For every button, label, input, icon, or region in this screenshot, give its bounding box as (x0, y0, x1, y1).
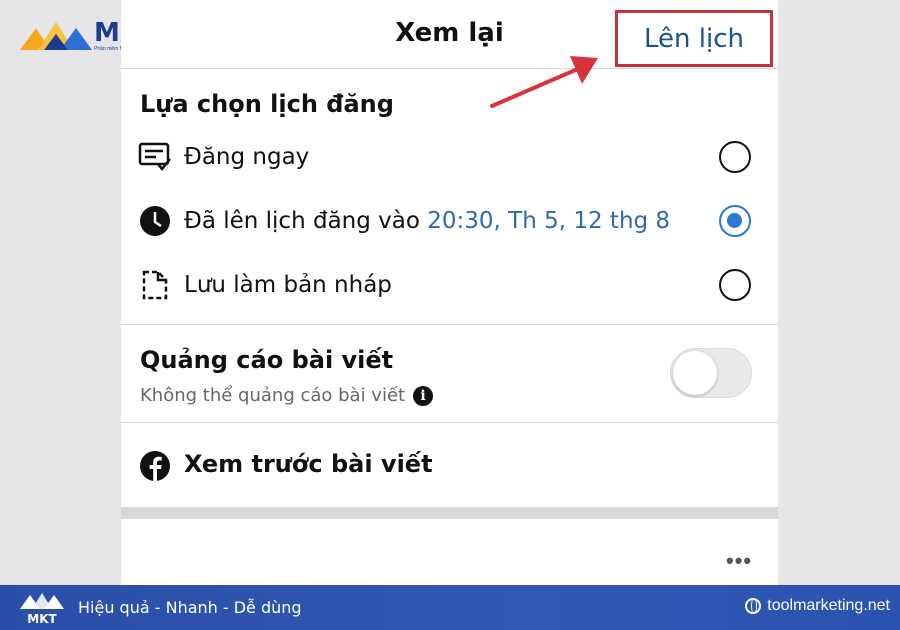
radio-post-now[interactable] (719, 141, 751, 173)
boost-post-title: Quảng cáo bài viết (140, 346, 394, 374)
banner-logo-icon: MKT (20, 593, 64, 626)
more-options-icon[interactable]: ••• (726, 548, 752, 574)
bottom-banner: MKT Hiệu quả - Nhanh - Dễ dùng toolmarke… (0, 585, 900, 630)
banner-website[interactable]: toolmarketing.net (745, 597, 890, 615)
banner-logo-word: MKT (27, 612, 57, 626)
option-post-now-label: Đăng ngay (184, 144, 310, 170)
option-scheduled-text: Đã lên lịch đăng vào (184, 208, 420, 234)
scheduled-time[interactable]: 20:30, Th 5, 12 thg 8 (427, 208, 670, 234)
banner-website-text: toolmarketing.net (767, 597, 890, 614)
boost-toggle[interactable] (670, 348, 752, 398)
red-arrow-annotation (490, 56, 598, 108)
preview-post-label: Xem trước bài viết (184, 450, 433, 478)
radio-save-draft[interactable] (719, 269, 751, 301)
globe-icon (745, 598, 762, 614)
post-now-icon (137, 139, 173, 175)
option-scheduled[interactable]: Đã lên lịch đăng vào 20:30, Th 5, 12 thg… (121, 194, 778, 248)
option-post-now[interactable]: Đăng ngay (121, 130, 778, 184)
option-save-draft-label: Lưu làm bản nháp (184, 272, 392, 298)
toggle-knob (673, 351, 717, 395)
schedule-section-title: Lựa chọn lịch đăng (140, 90, 394, 118)
mkt-logo-mark (20, 22, 92, 50)
info-icon[interactable]: i (413, 385, 434, 406)
schedule-button[interactable]: Lên lịch (615, 10, 773, 67)
radio-scheduled[interactable] (719, 205, 751, 237)
review-panel: Xem lại Lên lịch Lựa chọn lịch đăng Đăng… (121, 0, 778, 585)
divider (121, 324, 778, 325)
divider (121, 422, 778, 423)
boost-post-subtitle-text: Không thể quảng cáo bài viết (140, 385, 406, 406)
clock-icon (137, 203, 173, 239)
facebook-icon (137, 448, 173, 484)
boost-post-subtitle: Không thể quảng cáo bài viết i (140, 385, 434, 406)
header: Xem lại Lên lịch (121, 0, 778, 69)
banner-slogan: Hiệu quả - Nhanh - Dễ dùng (78, 598, 302, 617)
option-save-draft[interactable]: Lưu làm bản nháp (121, 258, 778, 312)
option-scheduled-label: Đã lên lịch đăng vào 20:30, Th 5, 12 thg… (184, 208, 670, 234)
draft-document-icon (137, 267, 173, 303)
preview-post-row[interactable]: Xem trước bài viết (121, 438, 778, 494)
section-separator (121, 507, 778, 519)
